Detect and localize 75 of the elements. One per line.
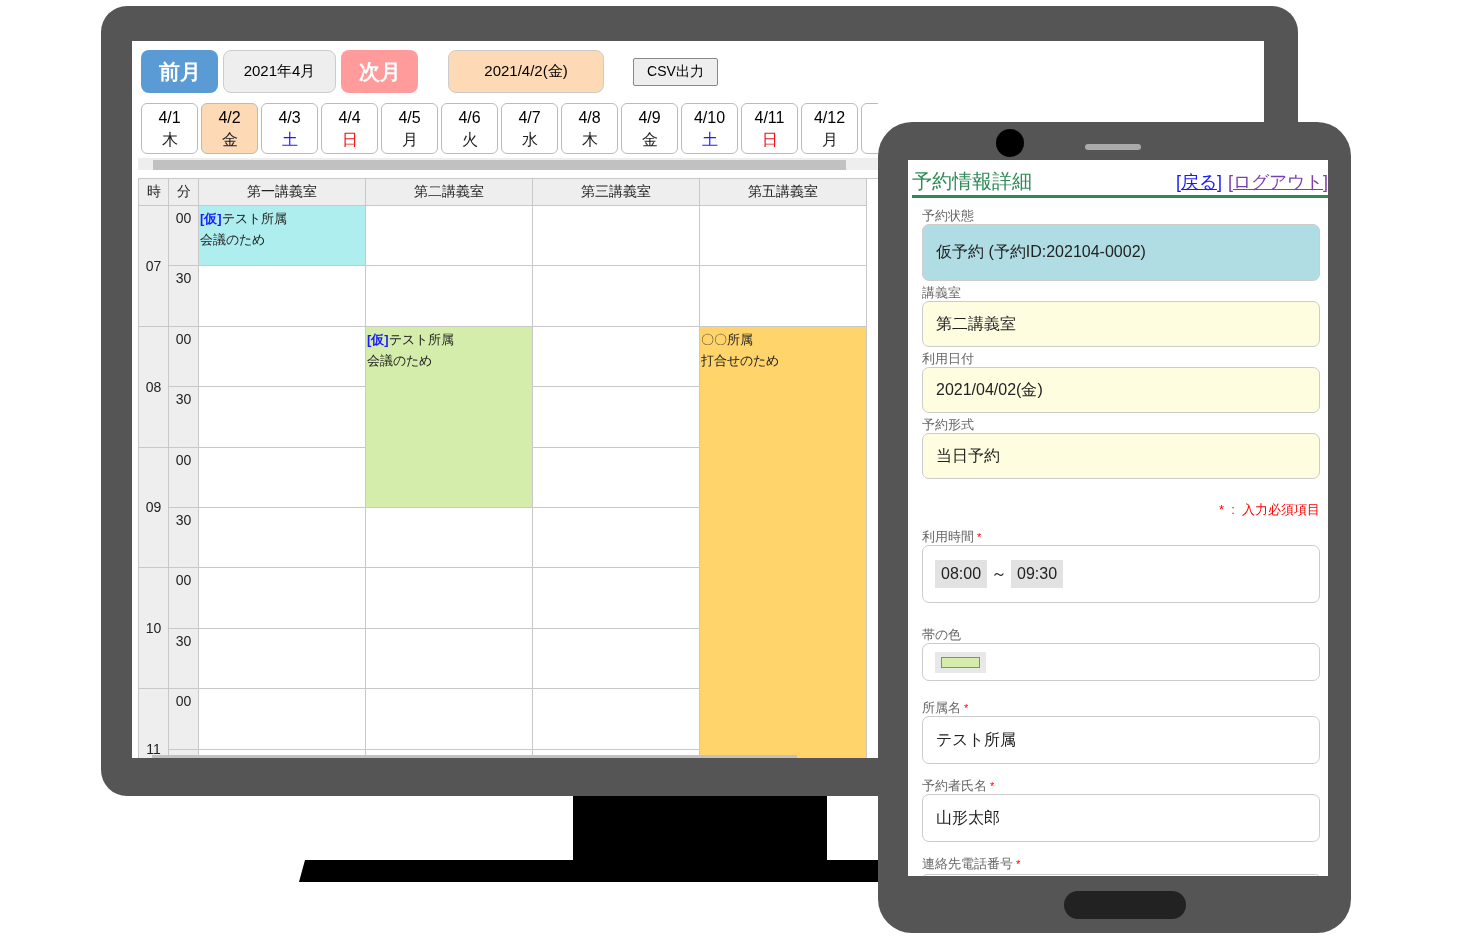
color-picker[interactable] bbox=[935, 651, 986, 673]
minute-cell: 30 bbox=[169, 507, 199, 569]
speaker-icon bbox=[1085, 144, 1141, 150]
input-field[interactable]: テスト所属 bbox=[922, 716, 1320, 764]
readonly-field: 第二講義室 bbox=[922, 301, 1320, 347]
minute-cell: 00 bbox=[169, 689, 199, 750]
scrollbar[interactable] bbox=[152, 755, 797, 758]
reservation-block[interactable]: 〇〇所属 打合せのため bbox=[700, 326, 867, 758]
hour-cell: 07 bbox=[139, 206, 169, 327]
date-tab[interactable]: 4/8 木 bbox=[561, 103, 618, 154]
required-mark: * bbox=[964, 702, 969, 714]
hour-cell: 10 bbox=[139, 568, 169, 690]
reservation-title: [仮]テスト所属 bbox=[200, 210, 288, 228]
input-field[interactable]: 山形太郎 bbox=[922, 794, 1320, 842]
field-label: 帯の色 bbox=[922, 627, 961, 642]
reservation-note: 会議のため bbox=[367, 351, 433, 370]
minute-cell: 00 bbox=[169, 326, 199, 388]
minute-cell: 30 bbox=[169, 387, 199, 448]
column-header: 時 bbox=[139, 179, 169, 206]
reservation-note: 会議のため bbox=[200, 231, 266, 249]
field-label: 予約形式 bbox=[922, 417, 974, 432]
header-link[interactable]: [戻る] bbox=[1175, 170, 1222, 194]
field-label: 予約状態 bbox=[922, 208, 974, 223]
reservation-title: [仮]テスト所属 bbox=[367, 330, 455, 349]
date-tab[interactable]: 4/6 火 bbox=[441, 103, 498, 154]
field-label: 講義室 bbox=[922, 285, 961, 300]
time-select[interactable]: 09:30 bbox=[1011, 560, 1064, 588]
status-field: 仮予約 (予約ID:202104-0002) bbox=[922, 224, 1320, 281]
field-label: 利用時間 bbox=[922, 529, 974, 544]
hour-cell: 08 bbox=[139, 326, 169, 448]
readonly-field: 当日予約 bbox=[922, 433, 1320, 479]
date-tab[interactable]: 4/4 日 bbox=[321, 103, 378, 154]
date-button[interactable]: 2021/4/2(金) bbox=[448, 50, 604, 93]
csv-export-button[interactable]: CSV出力 bbox=[633, 57, 718, 86]
page-title: 予約情報詳細 bbox=[912, 169, 1032, 194]
date-tab[interactable]: 4/2 金 bbox=[201, 103, 258, 154]
home-button[interactable] bbox=[1064, 891, 1186, 919]
minute-cell: 00 bbox=[169, 206, 199, 267]
date-tab[interactable]: 4/1 木 bbox=[141, 103, 198, 154]
reservation-title: 〇〇所属 bbox=[701, 330, 754, 349]
date-tab[interactable]: 4/5 月 bbox=[381, 103, 438, 154]
column-header: 第三講義室 bbox=[533, 179, 700, 206]
reservation-block[interactable]: [仮]テスト所属 会議のため bbox=[366, 326, 533, 508]
column-header: 第五講義室 bbox=[700, 179, 867, 206]
field-label: 予約者氏名 bbox=[922, 778, 987, 793]
range-separator: ～ bbox=[991, 563, 1008, 584]
minute-cell: 30 bbox=[169, 628, 199, 690]
reservation-note: 打合せのため bbox=[701, 351, 780, 370]
required-mark: * bbox=[990, 780, 995, 792]
header-link[interactable]: [ログアウト] bbox=[1228, 170, 1328, 194]
column-header: 第二講義室 bbox=[366, 179, 533, 206]
date-tab[interactable]: 4/10 土 bbox=[681, 103, 738, 154]
date-tab[interactable]: 4/3 土 bbox=[261, 103, 318, 154]
scrollbar[interactable] bbox=[138, 158, 878, 170]
column-header: 第一講義室 bbox=[199, 179, 366, 206]
date-tab[interactable]: 4/12 月 bbox=[801, 103, 858, 154]
reservation-block[interactable]: [仮]テスト所属 会議のため bbox=[199, 206, 366, 267]
required-mark: * bbox=[977, 531, 982, 543]
field-label: 連絡先電話番号 bbox=[922, 856, 1013, 871]
hour-cell: 09 bbox=[139, 447, 169, 569]
field-label: 利用日付 bbox=[922, 351, 974, 366]
column-header: 分 bbox=[169, 179, 199, 206]
field-label: 所属名 bbox=[922, 700, 961, 715]
month-button[interactable]: 2021年4月 bbox=[223, 50, 336, 93]
required-note: * : 入力必須項目 bbox=[1217, 501, 1320, 519]
date-tab[interactable]: 4/9 金 bbox=[621, 103, 678, 154]
minute-cell: 00 bbox=[169, 447, 199, 508]
minute-cell: 00 bbox=[169, 568, 199, 629]
time-select[interactable]: 08:00 bbox=[935, 560, 988, 588]
readonly-field: 2021/04/02(金) bbox=[922, 367, 1320, 413]
date-tab[interactable]: 4/11 日 bbox=[741, 103, 798, 154]
date-tab[interactable]: 4/7 水 bbox=[501, 103, 558, 154]
required-mark: * bbox=[1016, 858, 1021, 870]
minute-cell: 30 bbox=[169, 266, 199, 327]
hour-cell: 11 bbox=[139, 689, 169, 758]
